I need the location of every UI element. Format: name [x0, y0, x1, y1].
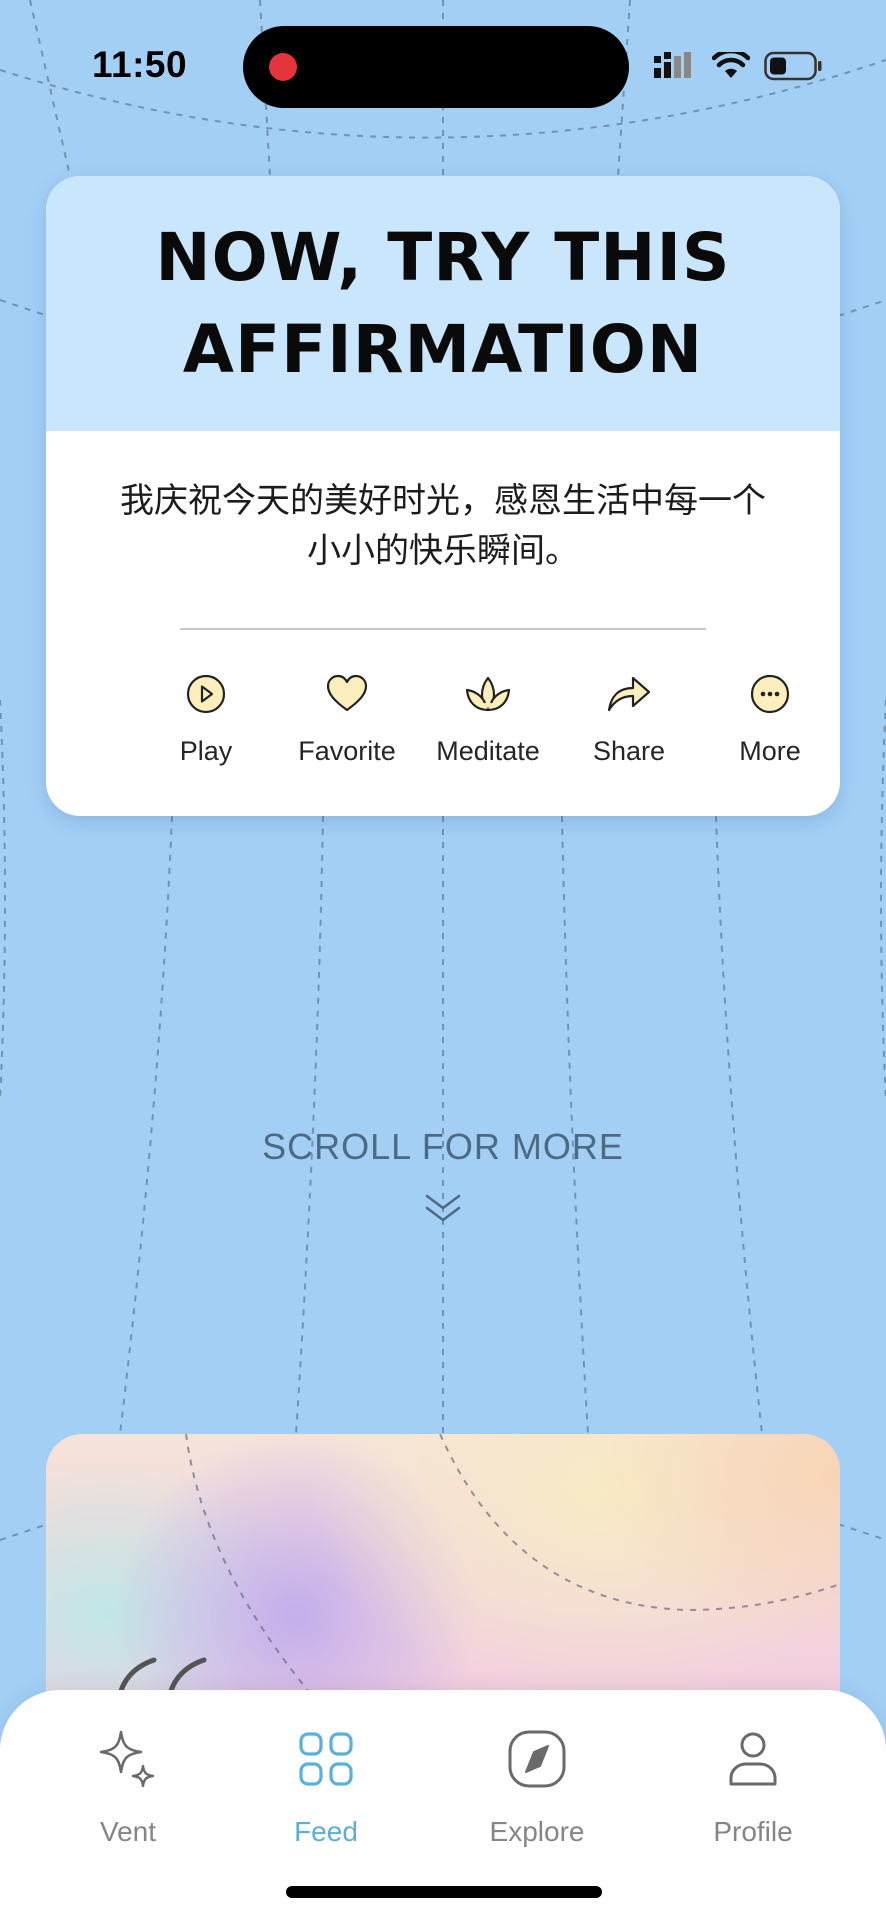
affirmation-text: 我庆祝今天的美好时光，感恩生活中每一个小小的快乐瞬间。	[120, 481, 766, 571]
tab-profile-label: Profile	[713, 1816, 793, 1847]
tab-vent-label: Vent	[99, 1816, 157, 1847]
share-label: Share	[592, 736, 666, 766]
status-icons	[654, 48, 822, 84]
grid-icon	[299, 1732, 353, 1786]
tab-feed[interactable]: Feed	[246, 1728, 406, 1848]
tab-explore[interactable]: Explore	[457, 1728, 617, 1848]
tab-profile[interactable]: Profile	[673, 1728, 833, 1848]
favorite-button[interactable]: Favorite	[277, 670, 417, 767]
feed-screen: 11:50 NOW, TRY THIS AFFIRMATION 我庆祝今天的美好…	[0, 0, 886, 1920]
status-time: 11:50	[92, 44, 188, 85]
tab-feed-label: Feed	[294, 1816, 358, 1847]
affirmation-card-header: NOW, TRY THIS AFFIRMATION	[46, 176, 840, 431]
play-label: Play	[179, 736, 233, 766]
card-divider	[180, 628, 706, 630]
favorite-label: Favorite	[298, 736, 396, 766]
play-button[interactable]: Play	[136, 670, 276, 767]
home-indicator[interactable]	[286, 1886, 602, 1898]
lotus-icon	[465, 676, 511, 712]
scroll-for-more-label[interactable]: SCROLL FOR MORE	[0, 1126, 886, 1168]
signal-icon	[654, 52, 691, 78]
play-icon	[186, 674, 226, 714]
affirmation-card: NOW, TRY THIS AFFIRMATION 我庆祝今天的美好时光，感恩生…	[46, 176, 840, 816]
more-label: More	[739, 736, 801, 766]
more-button[interactable]: More	[700, 670, 840, 767]
tab-explore-label: Explore	[489, 1816, 585, 1847]
heart-icon	[326, 674, 368, 712]
meditate-label: Meditate	[436, 736, 540, 766]
share-button[interactable]: Share	[559, 670, 699, 767]
sparkle-icon	[99, 1730, 155, 1788]
wifi-icon	[712, 52, 750, 78]
share-icon	[607, 676, 651, 712]
more-icon	[750, 674, 790, 714]
tab-vent[interactable]: Vent	[48, 1728, 208, 1848]
recording-indicator-icon	[269, 53, 297, 81]
card-title-line-2: AFFIRMATION	[182, 310, 704, 388]
affirmation-actions: Play Favorite Meditate Share More	[46, 670, 840, 780]
person-icon	[729, 1732, 777, 1786]
card-title-line-1: NOW, TRY THIS	[155, 218, 731, 296]
double-chevron-down-icon[interactable]	[424, 1192, 462, 1226]
dynamic-island	[243, 26, 629, 108]
battery-icon	[764, 51, 822, 81]
meditate-button[interactable]: Meditate	[418, 670, 558, 767]
compass-icon	[508, 1730, 566, 1788]
